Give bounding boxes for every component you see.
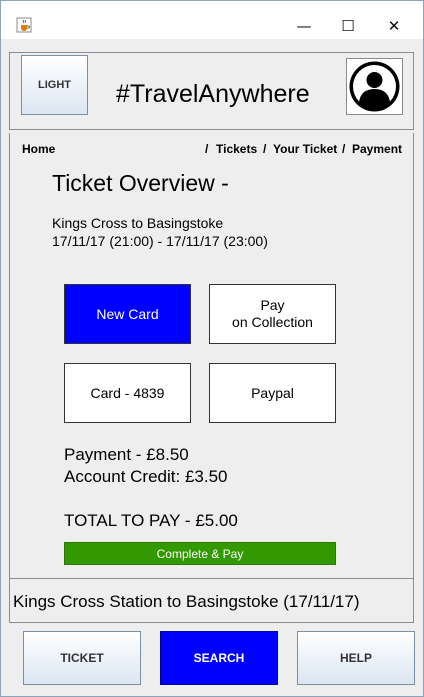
minimize-button[interactable]: — — [292, 14, 316, 38]
journey-label: Kings Cross Station to Basingstoke (17/1… — [13, 592, 360, 611]
theme-toggle-button[interactable]: LIGHT — [21, 55, 88, 115]
pay-on-collection-line1: Pay — [260, 297, 285, 313]
total-to-pay: TOTAL TO PAY - £5.00 — [64, 511, 238, 530]
paypal-button[interactable]: Paypal — [209, 363, 336, 423]
payment-amount: Payment - £8.50 — [64, 445, 189, 464]
new-card-button[interactable]: New Card — [64, 284, 191, 344]
user-avatar-icon[interactable] — [346, 58, 403, 115]
maximize-button[interactable]: ☐ — [336, 14, 360, 38]
datetime-label: 17/11/17 (21:00) - 17/11/17 (23:00) — [52, 233, 268, 249]
nav-search-button[interactable]: SEARCH — [160, 631, 278, 685]
breadcrumb-home[interactable]: Home — [22, 142, 55, 156]
route-label: Kings Cross to Basingstoke — [52, 215, 224, 231]
close-button[interactable]: ✕ — [382, 14, 406, 38]
nav-help-button[interactable]: HELP — [297, 631, 415, 685]
pay-on-collection-line2: on Collection — [232, 314, 313, 330]
page-title: Ticket Overview - — [52, 170, 229, 196]
breadcrumb-your-ticket[interactable]: Your Ticket — [273, 142, 337, 156]
breadcrumb-separator: / — [205, 142, 209, 156]
breadcrumb-separator: / — [263, 142, 267, 156]
account-credit: Account Credit: £3.50 — [64, 467, 228, 486]
complete-and-pay-button[interactable]: Complete & Pay — [64, 542, 336, 565]
breadcrumb-payment: Payment — [352, 142, 403, 156]
app-title: #TravelAnywhere — [116, 80, 310, 108]
saved-card-button[interactable]: Card - 4839 — [64, 363, 191, 423]
pay-on-collection-button[interactable]: Pay on Collection — [209, 284, 336, 344]
nav-ticket-button[interactable]: TICKET — [23, 631, 141, 685]
breadcrumb-tickets[interactable]: Tickets — [216, 142, 257, 156]
java-cup-icon — [16, 17, 32, 33]
breadcrumb-separator: / — [342, 142, 346, 156]
